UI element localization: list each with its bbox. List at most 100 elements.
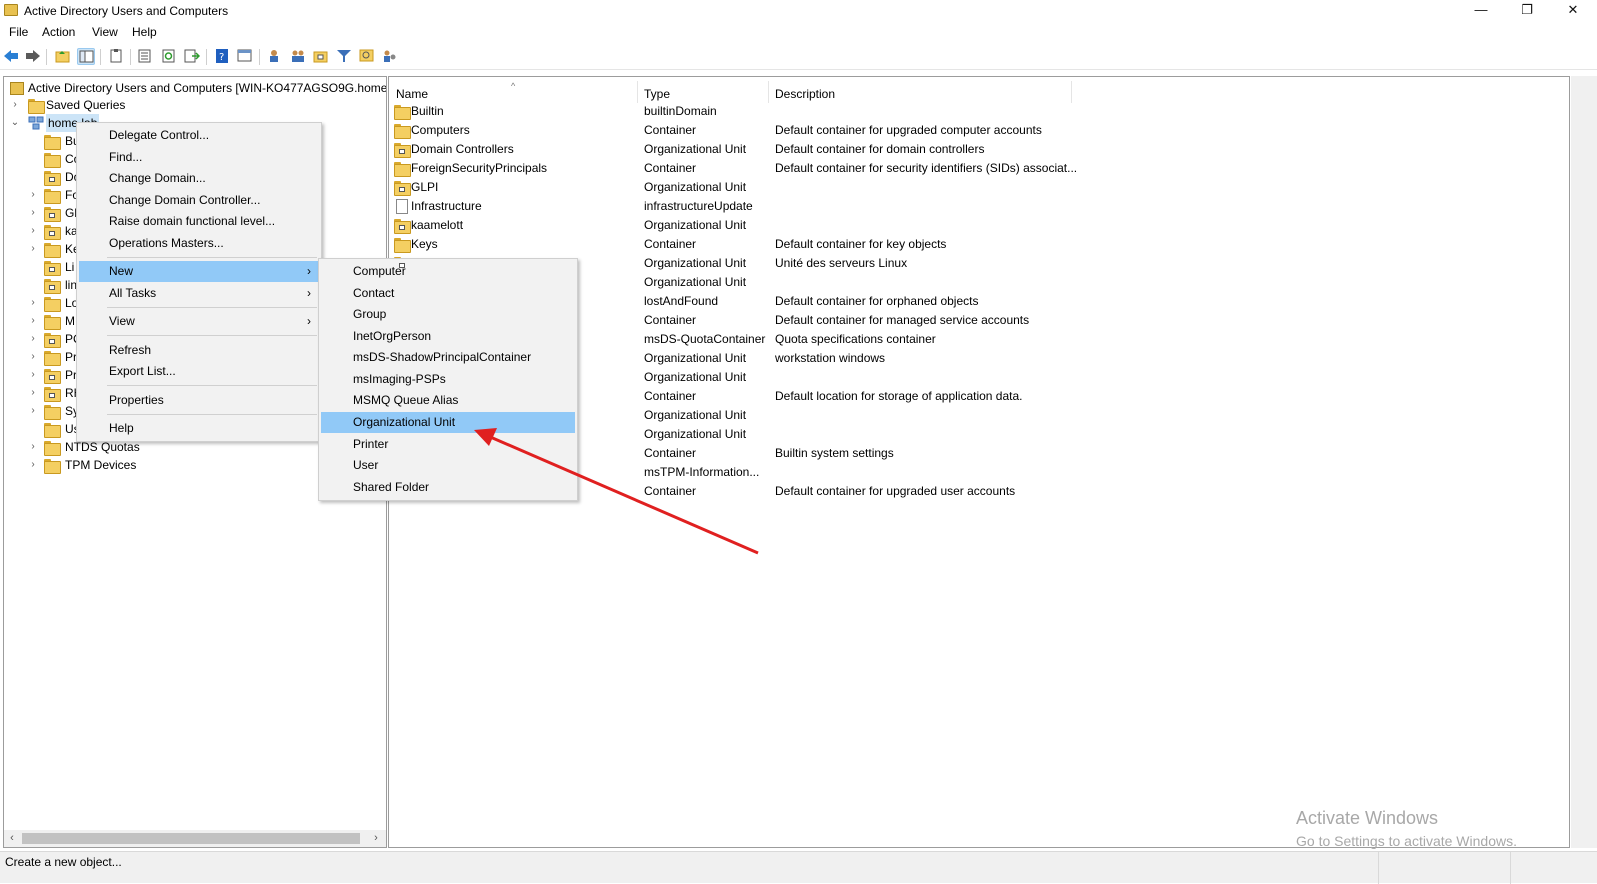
expand-arrow-icon[interactable]: › xyxy=(28,402,38,420)
cell-name: Computers xyxy=(411,123,470,137)
cell-description: Unité des serveurs Linux xyxy=(775,256,908,270)
menu-help[interactable]: Help xyxy=(132,25,157,39)
collapse-arrow-icon[interactable]: ⌄ xyxy=(10,114,20,132)
expand-arrow-icon[interactable]: › xyxy=(28,222,38,240)
menu-item-change-domain[interactable]: Change Domain... xyxy=(79,168,319,189)
cell-type: builtinDomain xyxy=(644,104,717,118)
cell-name: Keys xyxy=(411,237,438,251)
menu-item-view[interactable]: View › xyxy=(79,311,319,332)
clipboard-icon[interactable] xyxy=(107,48,125,65)
menu-file[interactable]: File xyxy=(9,25,28,39)
folder-icon xyxy=(394,162,411,177)
menu-item-properties[interactable]: Properties xyxy=(79,390,319,411)
submenu-item-user[interactable]: User xyxy=(321,455,575,476)
menu-item-find[interactable]: Find... xyxy=(79,147,319,168)
expand-arrow-icon[interactable]: › xyxy=(10,96,20,114)
expand-arrow-icon[interactable]: › xyxy=(28,204,38,222)
new-ou-icon[interactable] xyxy=(312,48,330,65)
app-icon xyxy=(4,4,18,16)
list-row[interactable]: GLPI Organizational Unit xyxy=(389,178,1289,196)
help-icon[interactable]: ? xyxy=(213,48,231,65)
ou-folder-icon xyxy=(44,333,61,348)
expand-arrow-icon[interactable]: › xyxy=(28,186,38,204)
console-icon[interactable] xyxy=(236,48,254,65)
list-row[interactable]: Computers Container Default container for … xyxy=(389,121,1289,139)
show-tree-icon[interactable] xyxy=(77,48,95,65)
tree-item-tpm-devices[interactable]: › TPM Devices xyxy=(4,456,204,474)
status-text: Create a new object... xyxy=(5,855,122,869)
expand-arrow-icon[interactable]: › xyxy=(28,366,38,384)
ou-folder-icon xyxy=(394,181,411,196)
submenu-item-organizational-unit[interactable]: Organizational Unit xyxy=(321,412,575,433)
submenu-item-msimaging[interactable]: msImaging-PSPs xyxy=(321,369,575,390)
list-row[interactable]: Domain Controllers Organizational Unit Def… xyxy=(389,140,1289,158)
expand-arrow-icon[interactable]: › xyxy=(28,294,38,312)
menu-item-export-list[interactable]: Export List... xyxy=(79,361,319,382)
list-row[interactable]: Builtin builtinDomain xyxy=(389,102,1289,120)
submenu-item-msmq-alias[interactable]: MSMQ Queue Alias xyxy=(321,390,575,411)
list-row[interactable]: Keys Container Default container for key o… xyxy=(389,235,1289,253)
cell-type: Container xyxy=(644,237,697,251)
submenu-item-computer[interactable]: Computer xyxy=(321,261,575,282)
action-pane-strip xyxy=(1571,76,1597,848)
submenu-item-group[interactable]: Group xyxy=(321,304,575,325)
domain-icon xyxy=(28,116,44,130)
list-row[interactable]: Infrastructure infrastructureUpdate xyxy=(389,197,1289,215)
close-button[interactable]: ✕ xyxy=(1550,0,1596,22)
properties-icon[interactable] xyxy=(136,48,154,65)
cell-description: Default container for domain controllers xyxy=(775,142,985,156)
menu-item-refresh[interactable]: Refresh xyxy=(79,340,319,361)
find-icon[interactable] xyxy=(358,48,376,65)
ou-folder-icon xyxy=(44,279,61,294)
new-group-icon[interactable] xyxy=(289,48,307,65)
submenu-item-printer[interactable]: Printer xyxy=(321,434,575,455)
menu-view[interactable]: View xyxy=(92,25,118,39)
list-row[interactable]: kaamelott Organizational Unit xyxy=(389,216,1289,234)
submenu-item-inetorgperson[interactable]: InetOrgPerson xyxy=(321,326,575,347)
tree-item-saved-queries[interactable]: › Saved Queries xyxy=(8,96,208,114)
cell-type: Container xyxy=(644,313,697,327)
submenu-item-shared-folder[interactable]: Shared Folder xyxy=(321,477,575,498)
tree-horizontal-scrollbar[interactable]: ‹ › xyxy=(4,830,386,847)
minimize-button[interactable]: — xyxy=(1458,0,1504,22)
refresh-icon[interactable] xyxy=(160,48,178,65)
menu-item-raise-level[interactable]: Raise domain functional level... xyxy=(79,211,319,232)
ou-folder-icon xyxy=(44,207,61,222)
scrollbar-thumb[interactable] xyxy=(22,833,360,844)
menu-item-help[interactable]: Help xyxy=(79,418,319,439)
expand-arrow-icon[interactable]: › xyxy=(28,456,38,474)
back-icon[interactable] xyxy=(2,48,20,65)
menu-item-change-dc[interactable]: Change Domain Controller... xyxy=(79,190,319,211)
cell-description: Default container for managed service ac… xyxy=(775,313,1030,327)
submenu-item-shadow-principal[interactable]: msDS-ShadowPrincipalContainer xyxy=(321,347,575,368)
cell-name: Infrastructure xyxy=(411,199,482,213)
menu-item-new[interactable]: New › xyxy=(79,261,319,282)
menu-item-delegate-control[interactable]: Delegate Control... xyxy=(79,125,319,146)
expand-arrow-icon[interactable]: › xyxy=(28,330,38,348)
new-user-icon[interactable] xyxy=(265,48,283,65)
submenu-item-contact[interactable]: Contact xyxy=(321,283,575,304)
restore-button[interactable]: ❐ xyxy=(1504,0,1550,22)
menu-item-operations-masters[interactable]: Operations Masters... xyxy=(79,233,319,254)
expand-arrow-icon[interactable]: › xyxy=(28,240,38,258)
scroll-left-icon[interactable]: ‹ xyxy=(4,830,20,847)
filter-icon[interactable] xyxy=(335,48,353,65)
export-list-icon[interactable] xyxy=(183,48,201,65)
expand-arrow-icon[interactable]: › xyxy=(28,438,38,456)
folder-icon xyxy=(44,189,61,204)
expand-arrow-icon[interactable]: › xyxy=(28,348,38,366)
list-row[interactable]: ForeignSecurityPrincipals Container Defaul… xyxy=(389,159,1289,177)
expand-arrow-icon[interactable]: › xyxy=(28,312,38,330)
menu-bar: File Action View Help xyxy=(0,22,1597,42)
forward-icon[interactable] xyxy=(24,48,42,65)
expand-arrow-icon[interactable]: › xyxy=(28,384,38,402)
cell-type: infrastructureUpdate xyxy=(644,199,753,213)
scroll-right-icon[interactable]: › xyxy=(368,830,384,847)
menu-action[interactable]: Action xyxy=(42,25,75,39)
ou-folder-icon xyxy=(44,261,61,276)
menu-item-all-tasks[interactable]: All Tasks › xyxy=(79,283,319,304)
up-folder-icon[interactable] xyxy=(54,48,72,65)
status-bar: Create a new object... xyxy=(0,851,1597,884)
tree-item-label: TPM Devices xyxy=(65,458,137,472)
delegate-icon[interactable] xyxy=(381,48,399,65)
